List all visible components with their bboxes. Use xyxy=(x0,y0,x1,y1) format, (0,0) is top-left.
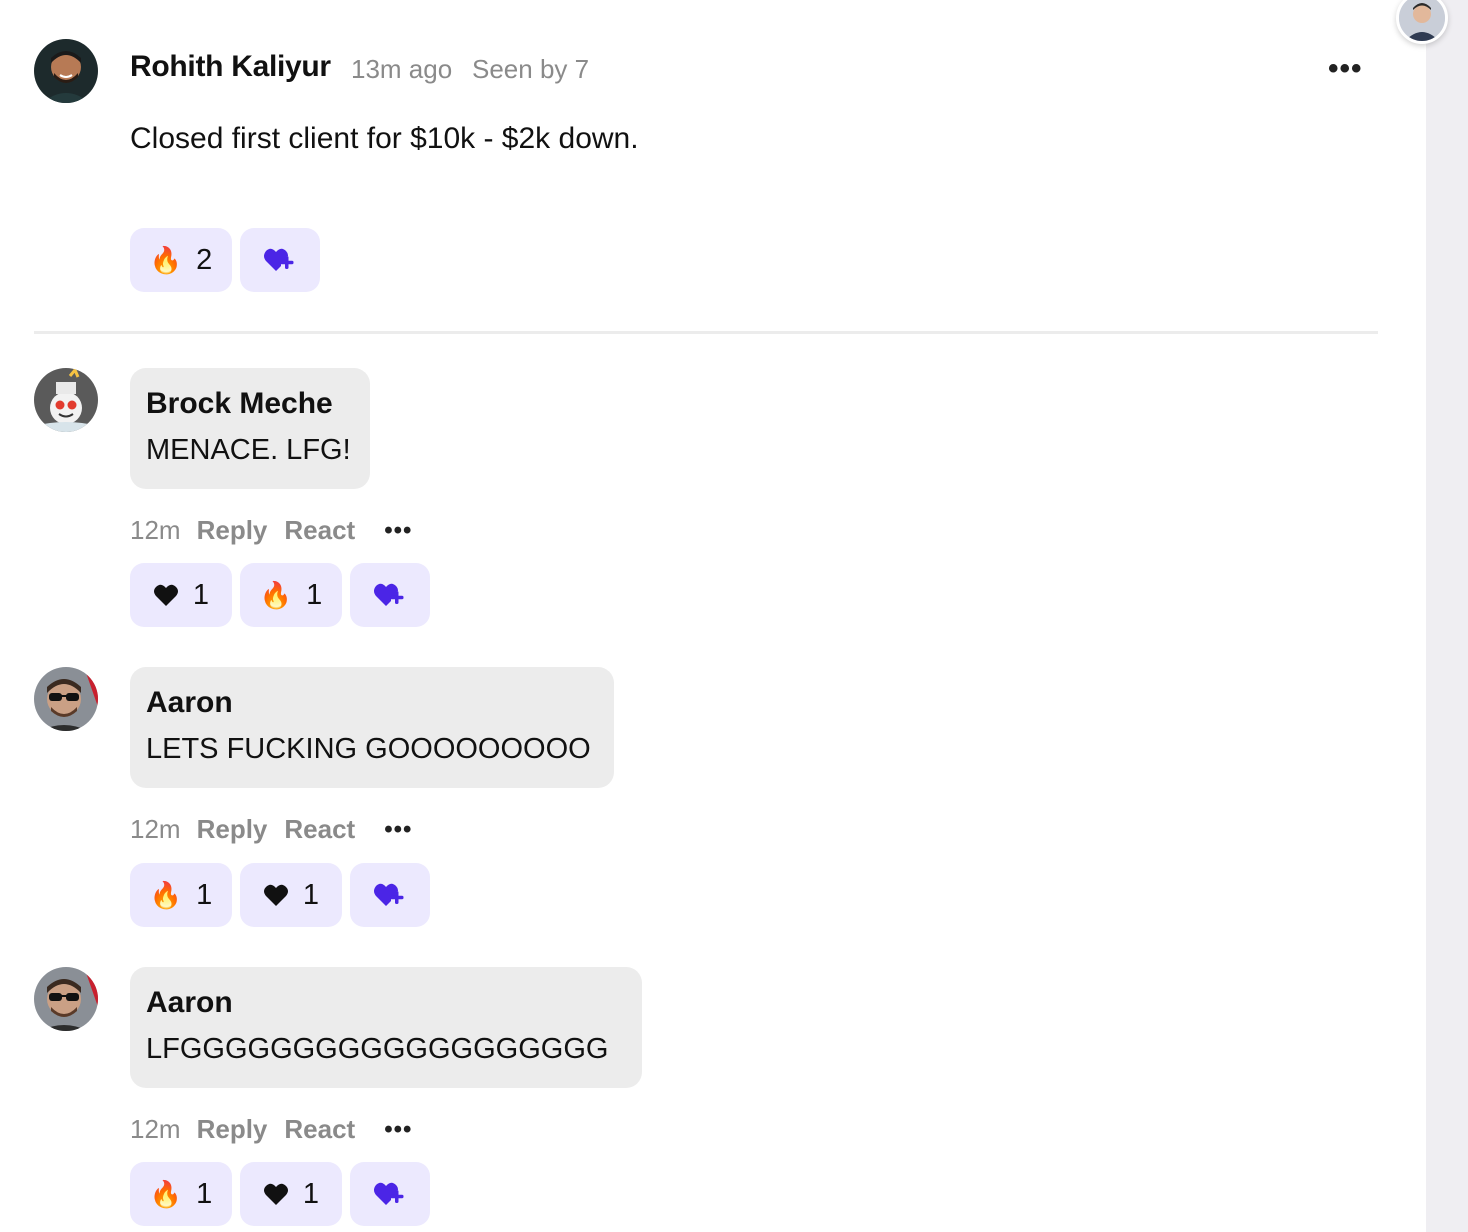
reaction-count: 1 xyxy=(302,1177,320,1210)
heart-icon xyxy=(263,1182,289,1206)
fire-icon: 🔥 xyxy=(149,245,183,275)
react-button[interactable]: React xyxy=(284,814,355,845)
heart-plus-icon xyxy=(373,1179,407,1209)
add-reaction-button[interactable] xyxy=(350,1162,430,1226)
comment-text: MENACE. LFG! xyxy=(146,434,351,466)
comment-author-name[interactable]: Brock Meche xyxy=(146,386,354,432)
comment-author-name[interactable]: Aaron xyxy=(146,985,626,1031)
post-more-options-button[interactable]: ••• xyxy=(1328,52,1363,86)
heart-icon xyxy=(153,583,179,607)
comment-author-name[interactable]: Aaron xyxy=(146,685,598,731)
add-reaction-button[interactable] xyxy=(350,863,430,927)
reaction-count: 1 xyxy=(302,878,320,911)
comment-more-options-button[interactable]: ••• xyxy=(384,816,412,844)
comment-text: LETS FUCKING GOOOOOOOOO xyxy=(146,733,591,765)
reaction-heart-chip[interactable]: 1 xyxy=(130,563,232,627)
seen-by-count[interactable]: Seen by 7 xyxy=(472,54,589,85)
comment-timestamp: 12m xyxy=(130,1114,181,1144)
commenter-avatar[interactable] xyxy=(34,368,98,432)
heart-plus-icon xyxy=(373,580,407,610)
reaction-fire-chip[interactable]: 🔥 1 xyxy=(130,1162,232,1226)
reaction-count: 1 xyxy=(196,878,213,911)
post-timestamp: 13m ago xyxy=(351,54,453,84)
right-sidebar-rail xyxy=(1426,0,1468,1232)
commenter-avatar[interactable] xyxy=(34,667,98,731)
fire-icon: 🔥 xyxy=(149,880,183,910)
reaction-heart-chip[interactable]: 1 xyxy=(240,1162,342,1226)
heart-icon xyxy=(263,883,289,907)
react-button[interactable]: React xyxy=(284,515,355,546)
add-reaction-button[interactable] xyxy=(240,228,320,292)
post-comments-divider xyxy=(34,331,1378,334)
reaction-count: 1 xyxy=(196,1177,213,1210)
comment-bubble: Brock Meche MENACE. LFG! xyxy=(130,368,370,489)
reaction-heart-chip[interactable]: 1 xyxy=(240,863,342,927)
author-avatar[interactable] xyxy=(34,39,98,103)
comment-more-options-button[interactable]: ••• xyxy=(384,1116,412,1144)
reaction-count: 2 xyxy=(196,243,213,276)
comment-actions: 12m Reply React ••• xyxy=(130,814,412,845)
comment-bubble: Aaron LFGGGGGGGGGGGGGGGGGGG xyxy=(130,967,642,1088)
reply-button[interactable]: Reply xyxy=(197,1114,268,1145)
reaction-count: 1 xyxy=(192,578,210,611)
comment-more-options-button[interactable]: ••• xyxy=(384,517,412,545)
reaction-fire-chip[interactable]: 🔥 1 xyxy=(130,863,232,927)
post-body-text: Closed first client for $10k - $2k down. xyxy=(130,122,639,155)
heart-plus-icon xyxy=(373,880,407,910)
post-author-name[interactable]: Rohith Kaliyur xyxy=(130,50,331,84)
comment-actions: 12m Reply React ••• xyxy=(130,1114,412,1145)
add-reaction-button[interactable] xyxy=(350,563,430,627)
fire-icon: 🔥 xyxy=(259,580,293,610)
reaction-count: 1 xyxy=(306,578,323,611)
comment-text: LFGGGGGGGGGGGGGGGGGGG xyxy=(146,1033,609,1065)
commenter-avatar[interactable] xyxy=(34,967,98,1031)
reply-button[interactable]: Reply xyxy=(197,515,268,546)
comment-timestamp: 12m xyxy=(130,515,181,545)
react-button[interactable]: React xyxy=(284,1114,355,1145)
comment-timestamp: 12m xyxy=(130,814,181,844)
reaction-fire-chip[interactable]: 🔥 2 xyxy=(130,228,232,292)
heart-plus-icon xyxy=(263,245,297,275)
comment-actions: 12m Reply React ••• xyxy=(130,515,412,546)
reaction-fire-chip[interactable]: 🔥 1 xyxy=(240,563,342,627)
comment-bubble: Aaron LETS FUCKING GOOOOOOOOO xyxy=(130,667,614,788)
fire-icon: 🔥 xyxy=(149,1179,183,1209)
reply-button[interactable]: Reply xyxy=(197,814,268,845)
